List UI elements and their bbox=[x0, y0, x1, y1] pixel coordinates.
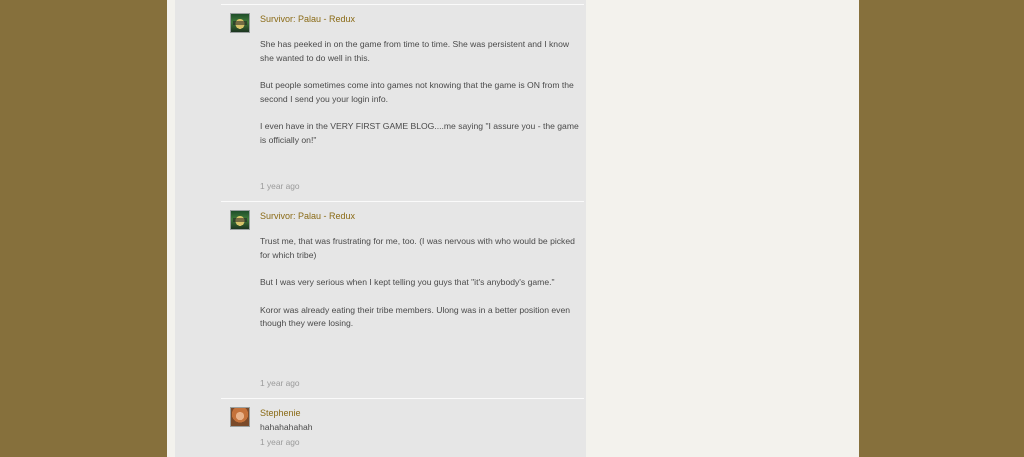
avatar[interactable] bbox=[230, 13, 250, 33]
avatar[interactable] bbox=[230, 210, 250, 230]
comment-paragraph: Koror was already eating their tribe mem… bbox=[260, 304, 571, 329]
comment-timestamp: 1 year ago bbox=[260, 378, 300, 388]
comment-paragraph: Trust me, that was frustrating for me, t… bbox=[260, 236, 575, 260]
comment-divider bbox=[221, 201, 584, 202]
comments-column: Survivor: Palau - Redux She has peeked i… bbox=[175, 0, 586, 457]
comment-divider bbox=[221, 398, 584, 399]
comment-paragraph: I even have in the VERY FIRST GAME BLOG.… bbox=[260, 121, 579, 145]
comment-body: Trust me, that was frustrating for me, t… bbox=[260, 235, 582, 345]
page-content: Survivor: Palau - Redux She has peeked i… bbox=[167, 0, 859, 457]
comment-item: Survivor: Palau - Redux Trust me, that w… bbox=[230, 210, 575, 390]
comment-body: hahahahahah bbox=[260, 421, 582, 449]
comment-author-link[interactable]: Survivor: Palau - Redux bbox=[260, 14, 355, 24]
comment-author-link[interactable]: Stephenie bbox=[260, 408, 301, 418]
comment-paragraph: She has peeked in on the game from time … bbox=[260, 39, 570, 63]
comment-item: Survivor: Palau - Redux She has peeked i… bbox=[230, 13, 579, 193]
avatar[interactable] bbox=[230, 407, 250, 427]
comment-timestamp: 1 year ago bbox=[260, 437, 300, 447]
comment-timestamp: 1 year ago bbox=[260, 181, 300, 191]
comment-paragraph: hahahahahah bbox=[260, 422, 313, 432]
comment-author-link[interactable]: Survivor: Palau - Redux bbox=[260, 211, 355, 221]
comment-paragraph: But people sometimes come into games not… bbox=[260, 80, 574, 104]
comment-paragraph: But I was very serious when I kept telli… bbox=[260, 277, 555, 287]
comment-divider bbox=[221, 4, 584, 5]
comment-item: Stephenie hahahahahah 1 year ago bbox=[230, 407, 552, 455]
comment-body: She has peeked in on the game from time … bbox=[260, 38, 582, 161]
